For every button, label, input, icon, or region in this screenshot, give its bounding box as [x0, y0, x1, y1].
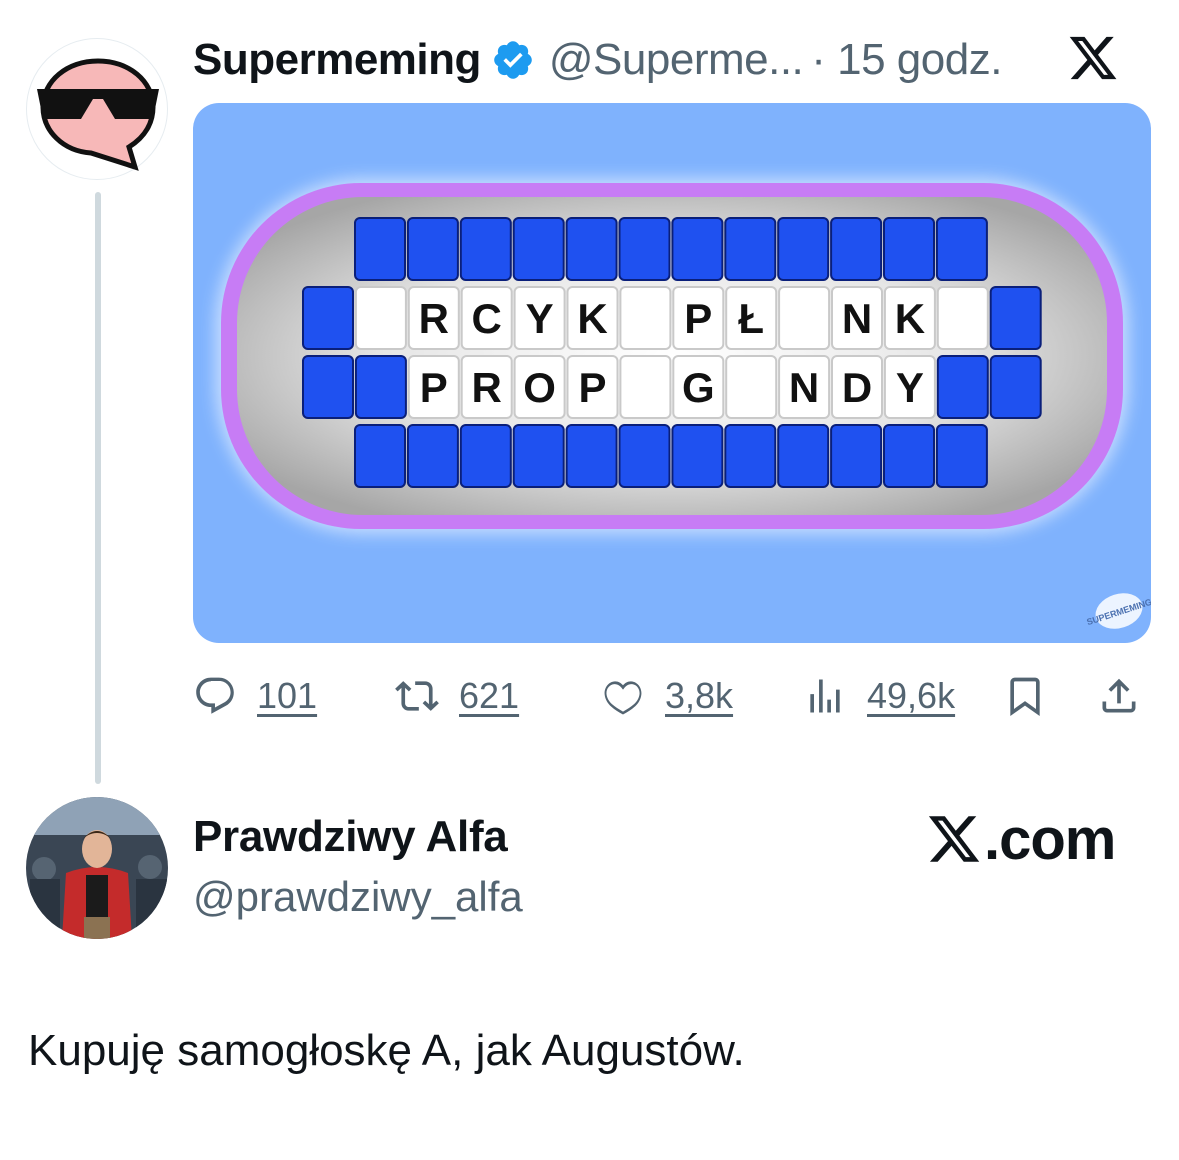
person-photo-avatar	[26, 797, 168, 939]
reply-author-name[interactable]: Prawdziwy Alfa	[193, 812, 508, 862]
repost-count: 621	[459, 675, 520, 716]
board-letter: N	[789, 364, 819, 411]
board-letter: P	[578, 364, 606, 411]
source-domain: .com	[984, 806, 1116, 872]
view-count: 49,6k	[867, 675, 956, 716]
board-tile-blank	[618, 424, 671, 488]
board-letter: P	[420, 364, 448, 411]
thread-connector	[95, 192, 101, 784]
board-tile-blank	[565, 424, 618, 488]
sunglasses-speech-bubble-icon	[37, 58, 159, 171]
views-button[interactable]: 49,6k	[803, 668, 955, 724]
board-tile-blank	[459, 424, 512, 488]
board-tile-blank	[671, 424, 724, 488]
board-tile-blank	[512, 424, 565, 488]
board-letter: K	[577, 295, 607, 342]
board-tile-letter	[725, 355, 778, 419]
tweet-actions: 101 621 3,8k 49,6k	[193, 668, 1151, 724]
board-letter: Y	[526, 295, 554, 342]
board-tile-blank	[724, 424, 777, 488]
board-letter: O	[523, 364, 556, 411]
board-tile-blank	[354, 355, 407, 419]
repost-button[interactable]: 621	[395, 668, 519, 724]
share-icon	[1102, 678, 1136, 713]
board-tile-letter	[619, 355, 672, 419]
tweet-image[interactable]: RCYKPŁNKPROPGNDY SUPERMEMING	[193, 103, 1151, 643]
board-tile-blank	[989, 286, 1042, 350]
bookmark-button[interactable]	[1003, 668, 1047, 724]
reply-author-handle[interactable]: @prawdziwy_alfa	[193, 873, 523, 921]
board-tile-blank	[671, 217, 724, 281]
board-letter: K	[895, 295, 925, 342]
board-letter: P	[684, 295, 712, 342]
reply-author-avatar[interactable]	[26, 797, 168, 939]
board-letter: N	[842, 295, 872, 342]
author-name[interactable]: Supermeming	[193, 35, 481, 85]
board-tile-blank	[883, 217, 935, 281]
heart-icon	[604, 681, 642, 715]
board-tile-blank	[302, 355, 354, 419]
board-letter: R	[419, 295, 449, 342]
views-chart-icon	[810, 679, 840, 713]
reply-text: Kupuję samogłoskę A, jak Augustów.	[28, 1026, 745, 1075]
x-com-source[interactable]: .com	[926, 806, 1116, 872]
puzzle-board: R C Y K P Ł N KP R O P G N D Y SUPERMEMING	[215, 178, 1151, 629]
board-tile-blank	[565, 217, 618, 281]
board-tile-blank	[936, 355, 989, 419]
reply-count: 101	[257, 675, 318, 716]
author-handle[interactable]: @Superme...	[549, 35, 804, 85]
board-tile-blank	[618, 217, 671, 281]
board-tile-blank	[935, 217, 988, 281]
share-button[interactable]	[1097, 668, 1141, 724]
board-tile-blank	[406, 424, 459, 488]
board-tile-blank	[883, 424, 935, 488]
reply-icon	[196, 677, 234, 714]
like-count: 3,8k	[665, 675, 734, 716]
board-letter: G	[682, 364, 715, 411]
board-tile-blank	[512, 217, 565, 281]
board-tile-blank	[724, 217, 777, 281]
tweet-header: Supermeming @Superme... · 15 godz.	[193, 30, 1149, 90]
board-tile-blank	[935, 424, 988, 488]
board-tile-blank	[459, 217, 512, 281]
author-avatar[interactable]	[26, 38, 168, 180]
board-tile-letter	[778, 286, 831, 350]
like-button[interactable]: 3,8k	[601, 668, 733, 724]
repost-icon	[395, 681, 439, 711]
x-logo-icon	[928, 816, 980, 862]
board-letter: Ł	[738, 295, 764, 342]
board-tile-letter	[619, 286, 672, 350]
tweet-timestamp[interactable]: · 15 godz.	[811, 35, 1002, 85]
reply-button[interactable]: 101	[193, 668, 317, 724]
board-tile-blank	[777, 217, 830, 281]
board-tile-blank	[354, 424, 406, 488]
verified-badge-icon	[494, 41, 532, 79]
board-tile-blank	[354, 217, 406, 281]
board-tile-blank	[830, 217, 883, 281]
board-letter: C	[472, 295, 502, 342]
board-tile-letter	[936, 286, 989, 350]
board-tile-blank	[830, 424, 883, 488]
supermeming-watermark: SUPERMEMING	[1085, 593, 1151, 629]
x-logo-icon[interactable]	[1067, 32, 1119, 84]
board-tile-blank	[406, 217, 459, 281]
board-tile-blank	[302, 286, 354, 350]
board-tile-blank	[777, 424, 830, 488]
board-letter: D	[842, 364, 872, 411]
board-letter: R	[472, 364, 502, 411]
board-letter: Y	[896, 364, 924, 411]
bookmark-icon	[1010, 677, 1040, 717]
board-tile-letter	[354, 286, 407, 350]
board-tile-blank	[989, 355, 1042, 419]
